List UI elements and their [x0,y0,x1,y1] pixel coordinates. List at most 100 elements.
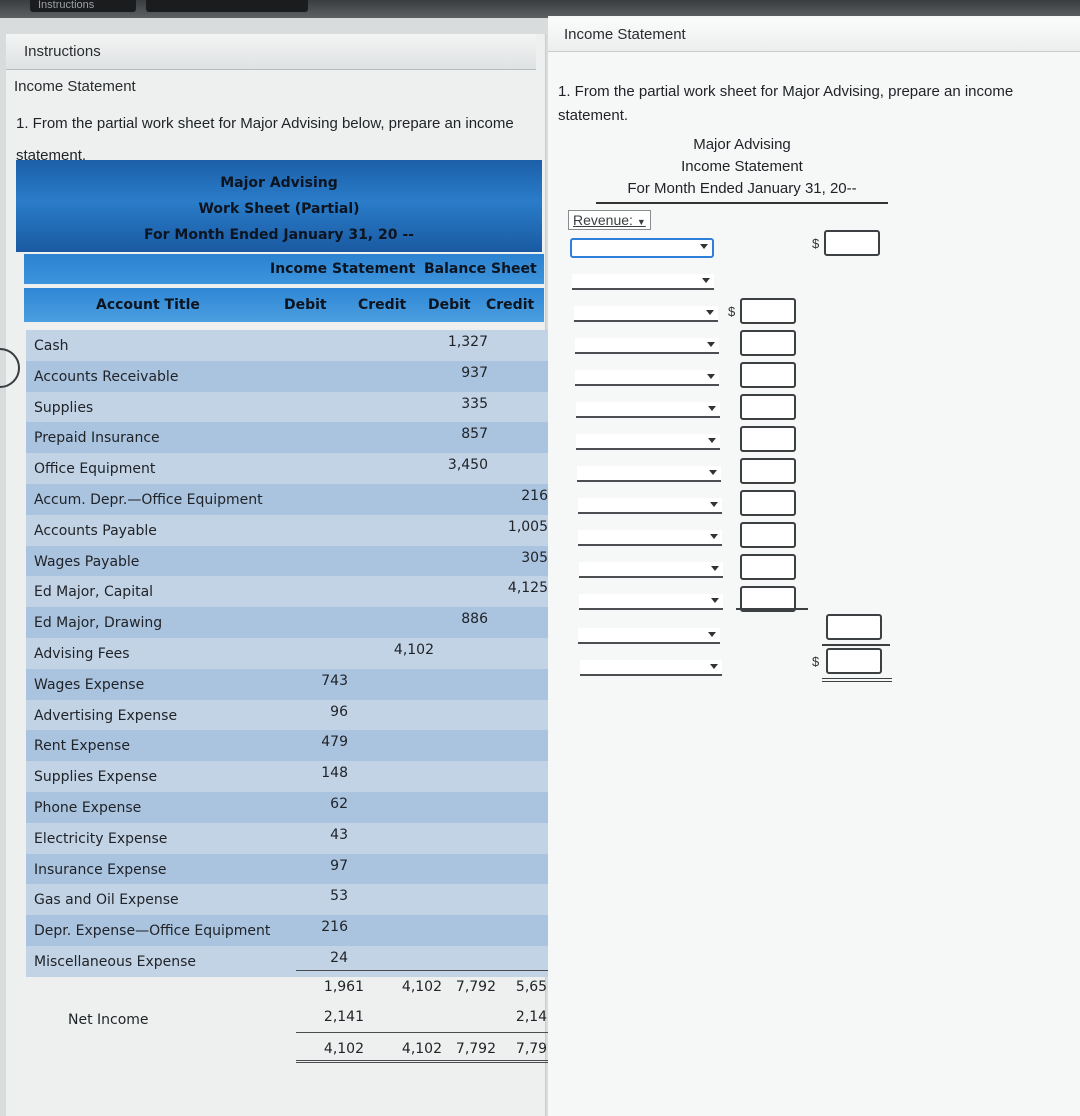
account-title: Office Equipment [34,461,156,478]
chevron-down-icon [711,598,720,603]
expense-account-select[interactable] [577,498,722,514]
cell-is-debit: 148 [321,765,348,782]
total-rule [822,644,890,646]
expense-account-select[interactable] [575,370,720,386]
total-is-credit: 4,102 [401,1041,442,1057]
account-title: Prepaid Insurance [34,430,160,447]
expense-amount-input[interactable] [740,458,796,484]
cell-bs-debit: 1,327 [447,334,488,350]
expense-account-select[interactable] [576,434,721,450]
net-income-select[interactable] [580,660,722,676]
chevron-down-icon [700,244,708,249]
total-is-debit: 4,102 [323,1041,364,1057]
tab-instructions[interactable]: Instructions [30,0,136,12]
cell-is-debit: 479 [321,734,348,751]
total-row: 4,102 4,102 7,792 7,792 [296,1032,562,1063]
expense-account-select[interactable] [577,466,721,482]
is-period: For Month Ended January 31, 20-- [627,180,857,197]
chevron-down-icon [708,438,717,443]
worksheet-totals: 1,961 4,102 7,792 5,651 2,141 2,141 4,10… [296,970,562,1063]
account-title: Accum. Depr.—Office Equipment [34,491,263,508]
cell-bs-credit: 216 [521,487,548,504]
chevron-down-icon: ▼ [636,217,646,227]
is-company: Major Advising [693,136,791,153]
expense-account-select[interactable] [578,562,723,578]
total-expenses-input[interactable] [826,614,882,640]
table-row: Ed Major, Drawing 886 [26,607,556,638]
account-title: Supplies Expense [34,769,158,786]
cell-bs-debit: 3,450 [447,457,488,474]
expense-account-select[interactable] [575,402,720,418]
group-income-statement: Income Statement [270,261,416,277]
tab-second[interactable] [146,0,308,12]
cell-is-debit: 216 [321,919,348,936]
income-statement-heading: Major Advising Income Statement For Mont… [596,134,888,204]
chevron-down-icon [710,664,718,669]
instructions-header[interactable]: Instructions [6,34,536,70]
table-row: Accounts Receivable 937 [26,360,556,392]
revenue-account-select[interactable] [570,238,714,258]
revenue-label-select[interactable]: Revenue: ▼ [568,210,651,230]
total-expenses-select[interactable] [578,628,720,644]
subtotal-rule [736,608,808,610]
currency-symbol: $ [812,236,820,251]
net-income-label: Net Income [68,1012,149,1028]
col-account-title: Account Title [96,297,200,313]
net-income-bs-credit: 2,141 [515,1009,556,1025]
account-title: Gas and Oil Expense [34,892,179,909]
is-title: Income Statement [681,158,803,175]
account-title: Wages Expense [34,676,145,693]
currency-symbol: $ [812,654,820,669]
expense-amount-input[interactable] [740,394,796,420]
cell-bs-credit: 4,125 [507,580,548,597]
table-row: Advertising Expense 96 [26,699,556,731]
account-title: Rent Expense [34,738,130,755]
table-row: Wages Payable 305 [26,545,556,577]
account-title: Wages Payable [34,553,140,570]
col-is-credit: Credit [358,297,407,313]
cell-bs-debit: 857 [461,426,488,443]
table-row: Gas and Oil Expense 53 [26,884,556,916]
subtotal-bs-debit: 7,792 [455,979,496,995]
expense-amount-input[interactable] [740,522,796,548]
expense-amount-input[interactable] [740,330,796,356]
expense-account-select[interactable] [579,594,724,610]
tab-instructions-label: Instructions [38,0,95,11]
section-title: Income Statement [14,78,136,95]
table-row: Prepaid Insurance 857 [26,422,556,454]
revenue-amount-input[interactable] [824,230,880,256]
expenses-label-select[interactable] [572,274,714,290]
subtotal-row: 1,961 4,102 7,792 5,651 [296,970,562,1001]
column-group-header: Income Statement Balance Sheet [24,254,544,284]
table-row: Accounts Payable 1,005 [26,514,556,546]
expense-account-select[interactable] [578,530,723,546]
net-income-is-debit: 2,141 [323,1009,364,1025]
chevron-down-icon [710,566,719,571]
account-title: Advising Fees [34,645,130,662]
answer-instruction: 1. From the partial work sheet for Major… [558,83,1014,124]
table-row: Supplies Expense 148 [26,761,556,792]
table-row: Accum. Depr.—Office Equipment 216 [26,483,556,515]
cell-bs-credit: 1,005 [507,518,548,535]
chevron-down-icon [710,534,719,539]
column-header: Account Title Debit Credit Debit Credit [24,288,544,322]
expense-amount-input[interactable] [740,554,796,580]
group-balance-sheet: Balance Sheet [424,261,537,277]
worksheet-company: Major Advising [220,175,338,191]
expense-amount-input[interactable] [740,426,796,452]
expense-amount-input[interactable] [740,490,796,516]
worksheet-name: Work Sheet (Partial) [198,201,360,217]
answer-header[interactable]: Income Statement [548,18,1080,52]
expense-amount-input[interactable] [740,298,796,324]
subtotal-bs-credit: 5,651 [515,979,556,995]
account-title: Ed Major, Capital [34,584,154,601]
table-row: Advising Fees 4,102 [26,637,556,669]
net-income-input[interactable] [826,648,882,674]
expense-account-select[interactable] [574,338,719,354]
account-title: Supplies [34,399,94,416]
table-row: Phone Expense 62 [26,791,556,823]
table-row: Insurance Expense 97 [26,853,556,885]
expense-account-select[interactable] [574,306,718,322]
col-is-debit: Debit [284,297,327,313]
expense-amount-input[interactable] [740,362,796,388]
